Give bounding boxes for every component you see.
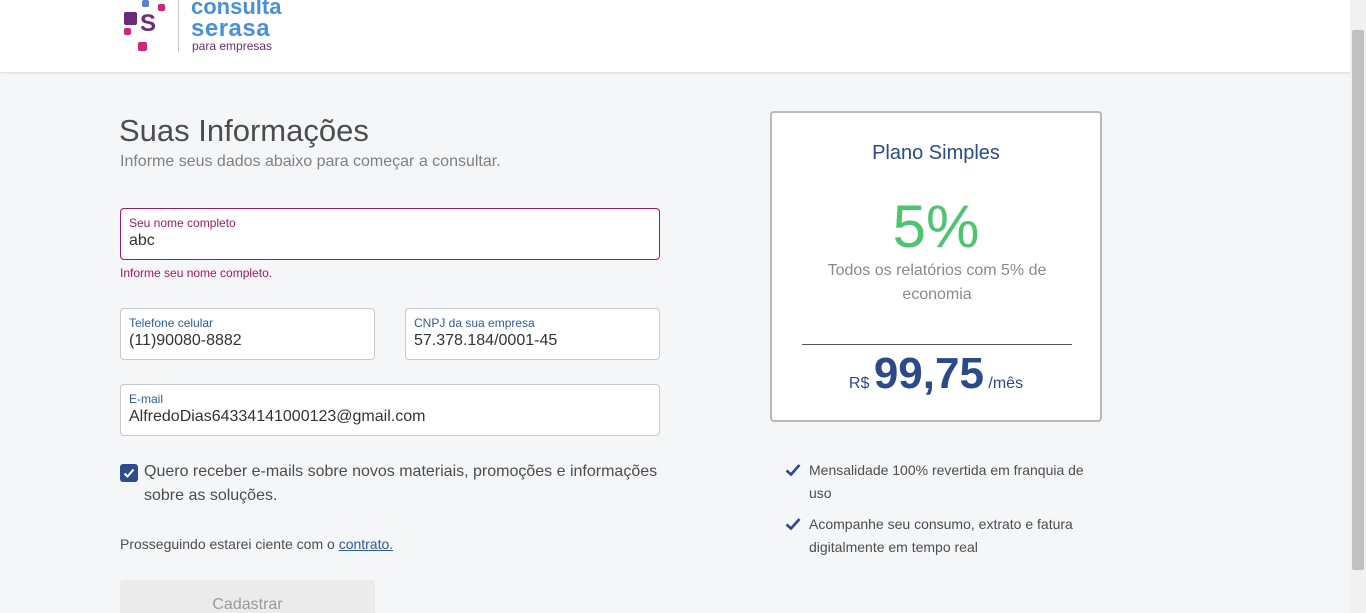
benefit-item: Mensalidade 100% revertida em franquia d…: [785, 459, 1095, 505]
checkbox-check-icon: [123, 468, 135, 478]
cnpj-field[interactable]: CNPJ da sua empresa: [405, 308, 660, 360]
optin-label[interactable]: Quero receber e-mails sobre novos materi…: [144, 460, 674, 508]
cnpj-field-label: CNPJ da sua empresa: [414, 316, 535, 330]
logo-square-1: [142, 0, 149, 7]
name-input[interactable]: [129, 232, 651, 250]
price-amount: 99,75: [873, 349, 984, 398]
site-header: S consulta serasa para empresas: [0, 0, 1350, 73]
plan-card: Plano Simples 5% Todos os relatórios com…: [770, 111, 1102, 422]
price-period: /mês: [988, 375, 1024, 392]
benefit-item: Acompanhe seu consumo, extrato e fatura …: [785, 513, 1095, 559]
plan-price: R$ 99,75 /mês: [772, 349, 1100, 399]
page-title: Suas Informações: [119, 113, 369, 148]
logo-square-3: [124, 12, 137, 25]
cnpj-input[interactable]: [414, 332, 651, 350]
page-subtitle: Informe seus dados abaixo para começar a…: [120, 153, 501, 170]
name-field-label: Seu nome completo: [129, 216, 236, 230]
consulta-serasa-logo[interactable]: S consulta serasa para empresas: [120, 0, 300, 56]
phone-field-label: Telefone celular: [129, 316, 214, 330]
logo-square-2: [158, 4, 165, 11]
benefit-text: Mensalidade 100% revertida em franquia d…: [809, 462, 1084, 501]
plan-description: Todos os relatórios com 5% de economia: [827, 262, 1047, 303]
terms-notice: Prosseguindo estarei ciente com o contra…: [120, 536, 393, 552]
page-scrollbar[interactable]: [1350, 0, 1366, 613]
optin-checkbox[interactable]: [120, 464, 138, 482]
email-field-label: E-mail: [129, 392, 164, 406]
name-field[interactable]: Seu nome completo: [120, 208, 660, 260]
phone-field[interactable]: Telefone celular: [120, 308, 375, 360]
scrollbar-thumb[interactable]: [1352, 30, 1364, 570]
phone-input[interactable]: [129, 332, 366, 350]
email-field[interactable]: E-mail: [120, 384, 660, 436]
submit-button[interactable]: Cadastrar: [120, 580, 375, 613]
brand-line-para-empresas: para empresas: [192, 39, 273, 53]
check-icon: [785, 518, 801, 531]
benefit-text: Acompanhe seu consumo, extrato e fatura …: [809, 516, 1073, 555]
contract-link[interactable]: contrato.: [339, 536, 393, 552]
plan-discount-percent: 5%: [892, 193, 980, 260]
terms-text: Prosseguindo estarei ciente com o: [120, 536, 339, 552]
brand-line-serasa: serasa: [191, 15, 271, 42]
logo-square-5: [138, 42, 147, 51]
logo-letter: S: [140, 10, 157, 37]
logo-divider: [178, 0, 179, 52]
name-error-message: Informe seu nome completo.: [120, 266, 273, 280]
plan-name: Plano Simples: [872, 142, 1000, 164]
price-currency: R$: [848, 375, 870, 392]
email-input[interactable]: [129, 408, 651, 426]
logo-square-4: [124, 28, 131, 35]
check-icon: [785, 464, 801, 477]
plan-divider: [802, 344, 1072, 345]
